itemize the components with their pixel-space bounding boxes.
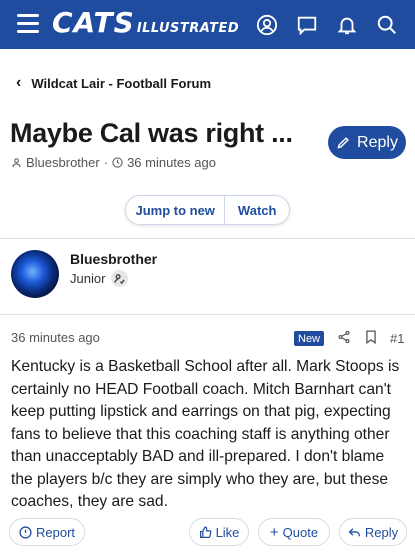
post-number[interactable]: #1 <box>390 331 404 346</box>
clock-icon <box>112 157 123 168</box>
thread-time: 36 minutes ago <box>127 155 216 170</box>
logo-sub-text: ILLUSTRATED <box>136 21 240 36</box>
like-button[interactable]: Like <box>189 518 249 546</box>
top-app-bar: CATS ILLUSTRATED <box>0 0 415 49</box>
divider <box>0 238 415 239</box>
reply-arrow-icon <box>348 527 360 536</box>
thread-meta: Bluesbrother · 36 minutes ago <box>11 155 216 170</box>
site-logo[interactable]: CATS ILLUSTRATED <box>52 6 239 39</box>
post-author-rank: Junior <box>70 270 129 287</box>
post-time[interactable]: 36 minutes ago <box>11 330 100 345</box>
header-icons <box>247 11 407 39</box>
plus-icon: + <box>269 523 279 541</box>
account-icon[interactable] <box>247 11 287 39</box>
breadcrumb[interactable]: ‹ Wildcat Lair - Football Forum <box>16 74 211 92</box>
bookmark-icon[interactable] <box>365 330 377 344</box>
post-author-name[interactable]: Bluesbrother <box>70 251 157 267</box>
rank-badge-icon <box>111 270 129 287</box>
pencil-icon <box>337 137 349 149</box>
reply-button[interactable]: Reply <box>328 126 406 159</box>
watch-button[interactable]: Watch <box>225 196 289 224</box>
post-body: Kentucky is a Basketball School after al… <box>11 358 400 510</box>
like-label: Like <box>215 524 240 540</box>
new-badge: New <box>294 331 325 346</box>
bell-icon[interactable] <box>327 11 367 39</box>
thread-title: Maybe Cal was right ... <box>10 118 293 148</box>
chevron-left-icon: ‹ <box>16 74 22 91</box>
thumbs-up-icon <box>199 525 211 538</box>
rank-label: Junior <box>70 271 106 286</box>
quote-button[interactable]: + Quote <box>258 518 330 546</box>
user-icon <box>12 158 21 168</box>
report-button[interactable]: Report <box>9 518 85 546</box>
avatar[interactable] <box>11 250 59 298</box>
meta-separator: · <box>103 155 109 170</box>
reply-post-label: Reply <box>364 524 399 540</box>
reply-post-button[interactable]: Reply <box>339 518 407 546</box>
reply-button-label: Reply <box>357 133 398 151</box>
report-label: Report <box>35 524 76 540</box>
share-icon[interactable] <box>337 330 351 344</box>
info-icon <box>19 525 32 539</box>
divider <box>0 314 415 315</box>
logo-main-text: CATS <box>52 6 135 39</box>
quote-label: Quote <box>282 524 319 540</box>
menu-icon[interactable] <box>17 14 39 34</box>
search-icon[interactable] <box>367 11 407 39</box>
chat-icon[interactable] <box>287 11 327 39</box>
jump-to-new-button[interactable]: Jump to new <box>126 196 226 224</box>
thread-controls: Jump to new Watch <box>125 195 290 225</box>
thread-author[interactable]: Bluesbrother <box>26 155 100 170</box>
breadcrumb-label: Wildcat Lair - Football Forum <box>31 75 212 91</box>
